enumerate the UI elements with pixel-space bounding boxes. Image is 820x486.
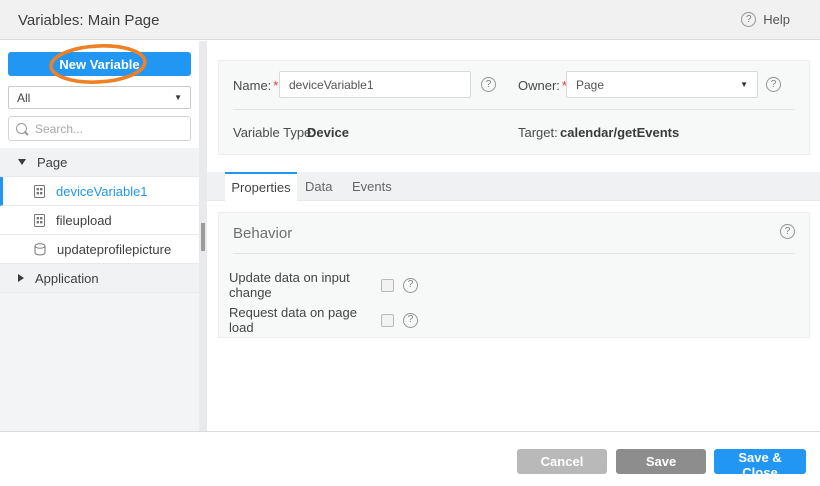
variable-type-value: Device: [307, 125, 349, 140]
help-link[interactable]: ? Help: [741, 12, 790, 27]
page-title: Variables: Main Page: [18, 12, 159, 29]
variable-filter-dropdown[interactable]: All ▼: [8, 86, 191, 109]
variables-tree: Page deviceVariable1 fileupload updatepr…: [0, 148, 199, 293]
option-label: Update data on input change: [229, 270, 372, 300]
chevron-down-icon: ▼: [174, 93, 182, 102]
owner-select[interactable]: Page ▼: [566, 71, 758, 98]
update-data-on-input-change-checkbox[interactable]: [381, 279, 394, 292]
variables-dialog: Variables: Main Page ? Help New Variable…: [0, 0, 820, 486]
service-variable-icon: [34, 243, 46, 256]
search-input[interactable]: [33, 121, 183, 137]
target-label: Target:: [518, 125, 558, 140]
device-variable-icon: [34, 185, 45, 198]
help-label: Help: [763, 12, 790, 27]
sidebar-scrollbar-thumb[interactable]: [201, 223, 205, 251]
sidebar-empty-area: [0, 293, 199, 431]
owner-selected-value: Page: [576, 78, 604, 92]
option-row-update-data: Update data on input change ?: [229, 270, 418, 300]
option-label: Request data on page load: [229, 305, 372, 335]
tree-item-label: fileupload: [56, 213, 112, 228]
tree-group-application[interactable]: Application: [0, 264, 199, 293]
tab-events[interactable]: Events: [352, 172, 392, 201]
new-variable-button[interactable]: New Variable: [8, 52, 191, 76]
tree-group-label: Application: [35, 271, 99, 286]
required-marker: *: [273, 78, 278, 93]
help-question-icon: ?: [741, 12, 756, 27]
variable-detail-panel: Name:* ? Owner:* Page ▼ ? Variable Type:…: [207, 41, 820, 431]
tab-data[interactable]: Data: [305, 172, 332, 201]
name-field[interactable]: [279, 71, 471, 98]
option-help-icon[interactable]: ?: [403, 313, 418, 328]
chevron-right-icon: [18, 274, 24, 282]
chevron-down-icon: [18, 159, 26, 165]
dialog-header: Variables: Main Page ? Help: [0, 0, 820, 40]
variables-sidebar: New Variable All ▼ Page deviceVariable1: [0, 41, 199, 431]
tab-bar: Properties Data Events: [207, 172, 820, 201]
behavior-help-icon[interactable]: ?: [780, 224, 795, 239]
owner-label: Owner:*: [518, 78, 567, 93]
behavior-section: Behavior ? Update data on input change ?…: [218, 212, 810, 338]
sidebar-scrollbar-track: [199, 41, 207, 431]
cancel-button[interactable]: Cancel: [517, 449, 607, 474]
tree-group-page[interactable]: Page: [0, 148, 199, 177]
tree-item-updateprofilepicture[interactable]: updateprofilepicture: [0, 235, 199, 264]
filter-selected-value: All: [17, 91, 30, 105]
search-box: [8, 116, 191, 141]
behavior-section-title: Behavior: [233, 225, 292, 242]
tree-item-label: deviceVariable1: [56, 184, 148, 199]
name-label: Name:*: [233, 78, 278, 93]
dialog-footer: Cancel Save Save & Close: [0, 431, 820, 486]
device-variable-icon: [34, 214, 45, 227]
behavior-divider: [233, 253, 795, 254]
tree-group-label: Page: [37, 155, 67, 170]
tree-item-devicevariable1[interactable]: deviceVariable1: [0, 177, 199, 206]
tree-item-fileupload[interactable]: fileupload: [0, 206, 199, 235]
variable-summary-form: Name:* ? Owner:* Page ▼ ? Variable Type:…: [218, 60, 810, 155]
request-data-on-page-load-checkbox[interactable]: [381, 314, 394, 327]
option-row-request-data: Request data on page load ?: [229, 305, 418, 335]
option-help-icon[interactable]: ?: [403, 278, 418, 293]
chevron-down-icon: ▼: [740, 80, 748, 89]
owner-help-icon[interactable]: ?: [766, 77, 781, 92]
search-icon: [16, 123, 27, 134]
tree-item-label: updateprofilepicture: [57, 242, 171, 257]
variable-type-label: Variable Type:: [233, 125, 315, 140]
target-value: calendar/getEvents: [560, 125, 679, 140]
save-button[interactable]: Save: [616, 449, 706, 474]
name-help-icon[interactable]: ?: [481, 77, 496, 92]
save-and-close-button[interactable]: Save & Close: [714, 449, 806, 474]
form-divider: [233, 109, 795, 110]
tab-properties[interactable]: Properties: [225, 172, 297, 201]
